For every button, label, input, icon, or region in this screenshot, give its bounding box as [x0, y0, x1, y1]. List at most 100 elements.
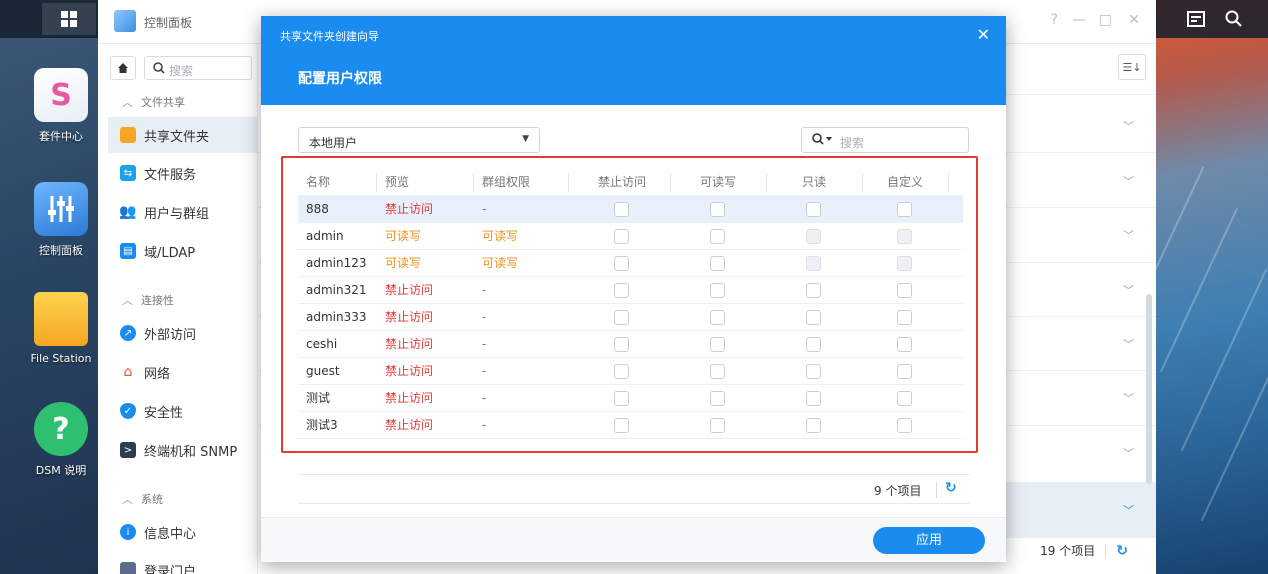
custom-checkbox[interactable] [897, 418, 912, 433]
sidebar-item-shared-folder[interactable]: 共享文件夹 [108, 117, 258, 153]
table-row[interactable]: ceshi 禁止访问 - [298, 331, 963, 358]
preview-permission: 禁止访问 [385, 202, 434, 216]
read-write-checkbox[interactable] [710, 337, 725, 352]
desktop: S 套件中心 控制面板 File Station ? DSM 说明 控制面板 ? [0, 0, 1268, 574]
custom-checkbox[interactable] [897, 364, 912, 379]
read-write-checkbox[interactable] [710, 364, 725, 379]
deny-checkbox[interactable] [614, 229, 629, 244]
deny-checkbox[interactable] [614, 202, 629, 217]
deny-checkbox[interactable] [614, 418, 629, 433]
chevron-down-icon[interactable]: ﹀ [1123, 282, 1134, 298]
group-connectivity[interactable]: ︿ 连接性 [122, 292, 174, 308]
minimize-button[interactable]: — [1072, 12, 1086, 28]
table-row[interactable]: 测试 禁止访问 - [298, 385, 963, 412]
desktop-icon-package-center[interactable]: S 套件中心 [30, 68, 92, 144]
refresh-icon[interactable]: ↻ [945, 480, 957, 496]
close-icon[interactable]: ✕ [977, 25, 990, 44]
read-only-checkbox[interactable] [806, 364, 821, 379]
column-header-preview[interactable]: 预览 [385, 169, 409, 196]
sidebar-item-terminal-snmp[interactable]: > 终端机和 SNMP [108, 432, 258, 468]
deny-checkbox[interactable] [614, 337, 629, 352]
sidebar-item-login-portal[interactable]: 登录门户 [108, 552, 258, 574]
wizard-search-input[interactable]: 搜索 [801, 127, 969, 153]
custom-checkbox[interactable] [897, 202, 912, 217]
column-header-read-only[interactable]: 只读 [766, 169, 862, 196]
user-type-select[interactable]: 本地用户 ▼ [298, 127, 540, 153]
read-only-checkbox[interactable] [806, 283, 821, 298]
sidebar-item-info-center[interactable]: i 信息中心 [108, 514, 258, 550]
chevron-down-icon[interactable]: ﹀ [1123, 445, 1134, 461]
maximize-button[interactable]: □ [1099, 12, 1112, 28]
deny-checkbox[interactable] [614, 310, 629, 325]
preview-permission: 可读写 [385, 256, 422, 270]
separator [1105, 543, 1107, 558]
table-row[interactable]: 测试3 禁止访问 - [298, 412, 963, 439]
column-header-read-write[interactable]: 可读写 [670, 169, 766, 196]
permission-table: 名称 预览 群组权限 禁止访问 可读写 只读 自定义 888 禁止访问 - admin… [298, 169, 963, 439]
sidebar-item-domain-ldap[interactable]: ▤ 域/LDAP [108, 233, 258, 269]
deny-checkbox[interactable] [614, 391, 629, 406]
sidebar-item-external-access[interactable]: ↗ 外部访问 [108, 315, 258, 351]
main-menu-button[interactable] [42, 3, 96, 35]
group-file-sharing[interactable]: ︿ 文件共享 [122, 94, 185, 110]
read-only-checkbox[interactable] [806, 391, 821, 406]
chevron-down-icon[interactable]: ﹀ [1123, 227, 1134, 243]
deny-checkbox[interactable] [614, 364, 629, 379]
custom-checkbox[interactable] [897, 283, 912, 298]
read-write-checkbox[interactable] [710, 202, 725, 217]
table-row[interactable]: admin333 禁止访问 - [298, 304, 963, 331]
table-row[interactable]: admin321 禁止访问 - [298, 277, 963, 304]
deny-checkbox[interactable] [614, 283, 629, 298]
chevron-down-icon[interactable]: ﹀ [1123, 502, 1134, 518]
search-button[interactable] [1216, 3, 1252, 35]
read-only-checkbox[interactable] [806, 202, 821, 217]
desktop-icon-file-station[interactable]: File Station [30, 292, 92, 365]
sidebar-search-input[interactable]: 搜索 [144, 56, 252, 80]
help-window-button[interactable]: ? [1051, 12, 1058, 28]
group-system[interactable]: ︿ 系统 [122, 491, 163, 507]
read-only-checkbox [806, 229, 821, 244]
read-write-checkbox[interactable] [710, 229, 725, 244]
sort-button[interactable]: ☰↓ [1118, 54, 1146, 80]
table-row[interactable]: 888 禁止访问 - [298, 196, 963, 223]
table-row[interactable]: admin 可读写 可读写 [298, 223, 963, 250]
desktop-icon-dsm-help[interactable]: ? DSM 说明 [30, 402, 92, 478]
sidebar-item-security[interactable]: ✓ 安全性 [108, 393, 258, 429]
desktop-icon-control-panel[interactable]: 控制面板 [30, 182, 92, 258]
deny-checkbox[interactable] [614, 256, 629, 271]
custom-checkbox[interactable] [897, 337, 912, 352]
column-header-group-permission[interactable]: 群组权限 [482, 169, 530, 196]
read-only-checkbox[interactable] [806, 337, 821, 352]
table-row[interactable]: guest 禁止访问 - [298, 358, 963, 385]
read-write-checkbox[interactable] [710, 418, 725, 433]
read-write-checkbox[interactable] [710, 391, 725, 406]
column-header-custom[interactable]: 自定义 [862, 169, 948, 196]
sidebar-item-network[interactable]: ⌂ 网络 [108, 354, 258, 390]
read-write-checkbox[interactable] [710, 283, 725, 298]
sidebar-item-user-group[interactable]: 👥 用户与群组 [108, 194, 258, 230]
table-row[interactable]: admin123 可读写 可读写 [298, 250, 963, 277]
scrollbar[interactable] [1146, 294, 1152, 484]
terminal-icon: > [120, 442, 136, 458]
home-button[interactable] [110, 56, 136, 80]
refresh-icon[interactable]: ↻ [1116, 543, 1128, 559]
column-header-name[interactable]: 名称 [306, 169, 330, 196]
custom-checkbox[interactable] [897, 310, 912, 325]
read-write-checkbox[interactable] [710, 256, 725, 271]
chevron-down-icon[interactable]: ﹀ [1123, 118, 1134, 134]
custom-checkbox[interactable] [897, 391, 912, 406]
read-only-checkbox[interactable] [806, 310, 821, 325]
home-icon [118, 63, 128, 73]
chevron-down-icon[interactable]: ﹀ [1123, 390, 1134, 406]
item-count: 19 个项目 [1040, 544, 1096, 558]
chevron-down-icon[interactable]: ﹀ [1123, 173, 1134, 189]
widgets-button[interactable] [1178, 3, 1214, 35]
sidebar-item-file-services[interactable]: ⇆ 文件服务 [108, 155, 258, 191]
apply-button[interactable]: 应用 [873, 527, 985, 554]
desktop-icon-label: 控制面板 [39, 244, 83, 257]
column-header-deny[interactable]: 禁止访问 [574, 169, 670, 196]
chevron-down-icon[interactable]: ﹀ [1123, 336, 1134, 352]
read-only-checkbox[interactable] [806, 418, 821, 433]
read-write-checkbox[interactable] [710, 310, 725, 325]
close-window-button[interactable]: ✕ [1128, 12, 1140, 28]
